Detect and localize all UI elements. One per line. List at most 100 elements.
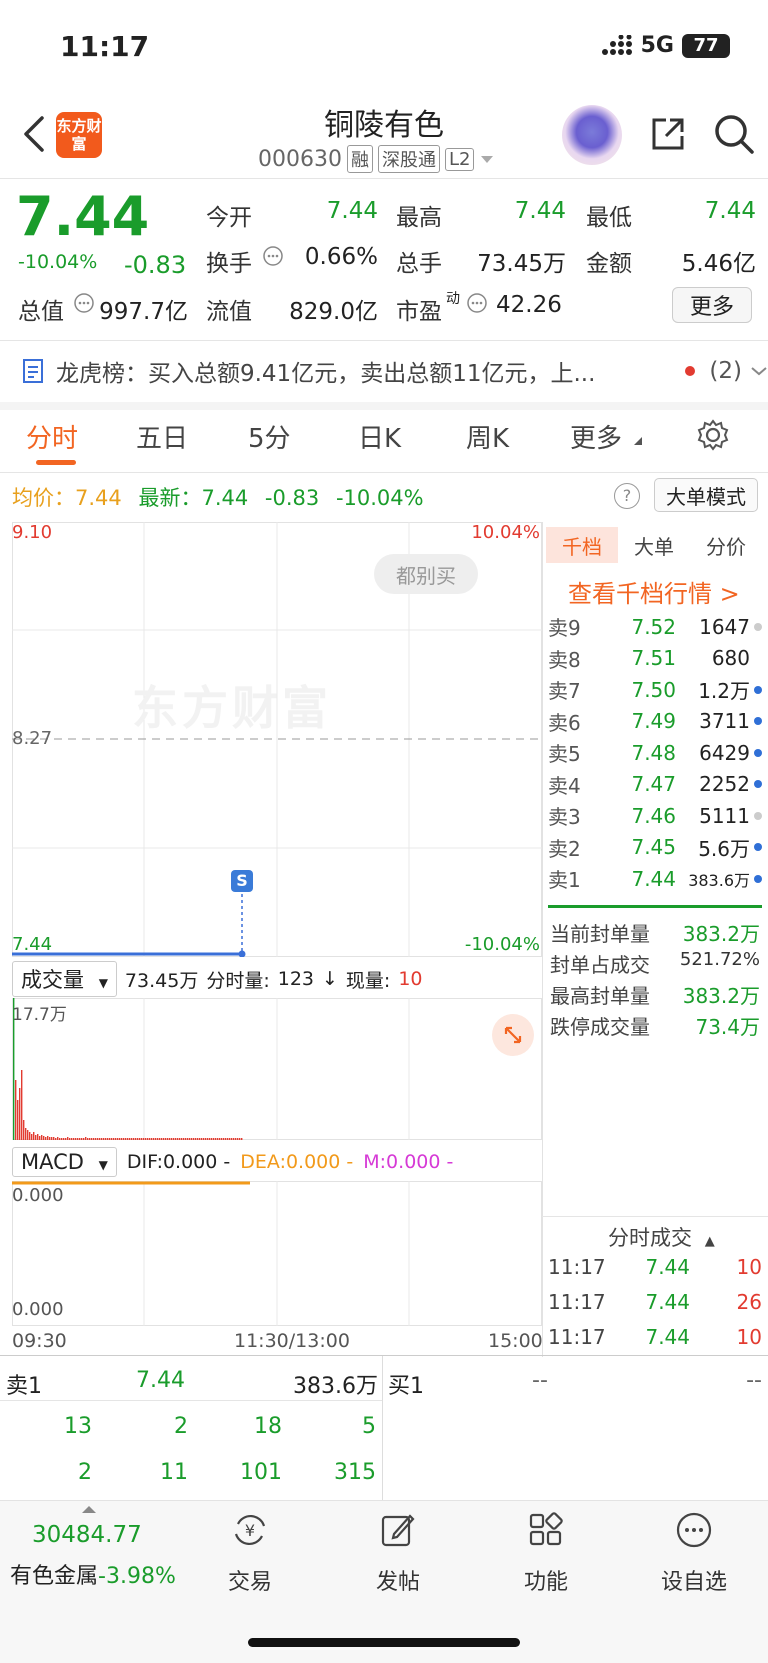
ask-row[interactable]: 卖9 7.52 1647 [548, 611, 762, 643]
nav-functions-label: 功能 [523, 1570, 568, 1595]
total-mv-value: 997.7亿 [99, 299, 188, 325]
tab-price-dist[interactable]: 分价 [690, 527, 762, 563]
ask-label: 卖9 [548, 616, 581, 641]
avg-label: 均价： [12, 486, 75, 510]
qiandang-link[interactable]: 查看千档行情 > [568, 574, 740, 609]
volume-bar [139, 1138, 141, 1140]
fst-title[interactable]: 分时成交 ▲ [608, 1222, 715, 1252]
ask-row[interactable]: 卖5 7.48 6429 [548, 737, 762, 769]
turnover-label: 换手 [206, 251, 252, 277]
info-icon[interactable] [466, 292, 488, 314]
ask-price: 7.49 [631, 709, 676, 734]
nav-functions[interactable]: 功能 [496, 1510, 596, 1596]
ask-row[interactable]: 卖6 7.49 3711 [548, 706, 762, 738]
more-button[interactable]: 更多 [672, 287, 752, 323]
ask-row[interactable]: 卖4 7.47 2252 [548, 769, 762, 801]
y-top-label: 9.10 [12, 522, 53, 543]
volume-bar [121, 1138, 123, 1140]
tab-more[interactable]: 更多 [570, 418, 622, 455]
settings-icon[interactable] [696, 418, 730, 452]
dragon-tiger-banner[interactable]: 龙虎榜：买入总额9.41亿元，卖出总额11亿元，上... (2) [0, 340, 768, 402]
ask-price: 7.51 [631, 646, 676, 671]
ask-volume: 680 [711, 646, 750, 671]
nav-trade[interactable]: ¥ 交易 [200, 1510, 300, 1596]
tab-daily-k[interactable]: 日K [358, 418, 401, 455]
document-icon [23, 359, 43, 383]
trade-volume: 10 [736, 1325, 762, 1349]
info-icon[interactable] [262, 245, 284, 267]
volume-bar [127, 1138, 129, 1140]
ask-row[interactable]: 卖3 7.46 5111 [548, 800, 762, 832]
volume-bar [21, 1070, 23, 1140]
nav-add-watchlist[interactable]: 设自选 [644, 1510, 744, 1596]
ask-dot [750, 780, 762, 789]
macd-header: MACD ▼ DIF:0.000 - DEA:0.000 - M:0.000 - [12, 1143, 542, 1181]
macd-selector[interactable]: MACD ▼ [12, 1147, 117, 1177]
sector-index-value[interactable]: 30484.77 [32, 1522, 142, 1548]
sell-marker-icon[interactable]: S [231, 870, 253, 892]
volume-bar [211, 1138, 213, 1140]
status-icons: 5G 77 [601, 33, 730, 58]
ask-row[interactable]: 卖8 7.51 680 [548, 643, 762, 675]
tab-qiandang[interactable]: 千档 [546, 527, 618, 563]
divider [542, 1216, 768, 1217]
cur-volume: 10 [398, 968, 423, 990]
search-icon[interactable] [712, 112, 756, 156]
ai-assistant-avatar[interactable] [562, 105, 622, 165]
trade-time: 11:17 [548, 1290, 606, 1314]
ask-dot [750, 717, 762, 726]
tab-weekly-k[interactable]: 周K [466, 418, 509, 455]
volume-bar [95, 1138, 97, 1140]
trade-volume: 10 [736, 1255, 762, 1279]
home-indicator[interactable] [248, 1638, 520, 1647]
caret-up-icon [82, 1506, 96, 1513]
buy1-label: 买1 [388, 1374, 424, 1399]
ask-row[interactable]: 卖1 7.44 383.6万 [548, 863, 762, 895]
latest-value: 7.44 [201, 486, 249, 510]
volume-chart[interactable]: 17.7万 [12, 998, 542, 1140]
macd-dif: DIF:0.000 - [126, 1151, 231, 1173]
share-icon[interactable] [648, 114, 688, 154]
intraday-chart[interactable]: 东方财富 9.10 8.27 7.44 10.04% -10.04% 都别买 S [12, 522, 542, 957]
help-icon[interactable]: ? [614, 483, 640, 509]
fst-volume-label: 分时量: [206, 969, 270, 992]
ask-row[interactable]: 卖7 7.50 1.2万 [548, 674, 762, 706]
low-value: 7.44 [704, 198, 756, 224]
macd-chart[interactable]: 0.000 0.000 [12, 1181, 542, 1326]
nav-post[interactable]: 发帖 [348, 1510, 448, 1596]
info-icon[interactable] [73, 292, 95, 314]
edit-icon [381, 1514, 415, 1547]
change-amount: -0.83 [124, 251, 187, 279]
seal-row: 封单占成交 521.72% [550, 949, 760, 978]
ask-row[interactable]: 卖2 7.45 5.6万 [548, 832, 762, 864]
tag-margin: 融 [346, 145, 373, 173]
stock-subtitle[interactable]: 000630 融 深股通 L2 [258, 145, 495, 173]
volume-bar [111, 1138, 113, 1140]
expand-icon[interactable] [492, 1014, 534, 1056]
divider [0, 472, 768, 473]
section-gap [0, 402, 768, 410]
seal-value: 383.2万 [682, 984, 760, 1008]
volume-bar [47, 1136, 49, 1140]
volume-bar [19, 1088, 21, 1140]
volume-bar [171, 1138, 173, 1140]
nav-post-label: 发帖 [375, 1570, 420, 1595]
big-order-mode-button[interactable]: 大单模式 [654, 478, 758, 512]
book-cell: 315 [334, 1460, 376, 1485]
indicator-selector[interactable]: 成交量 ▼ [12, 961, 117, 997]
volume-bar [179, 1138, 181, 1140]
seal-value: 73.4万 [695, 1015, 760, 1039]
ask-price: 7.44 [631, 866, 676, 891]
tab-five-day[interactable]: 五日 [136, 418, 188, 455]
tab-big-order[interactable]: 大单 [618, 527, 690, 563]
tab-5min[interactable]: 5分 [248, 418, 291, 455]
seal-row: 最高封单量 383.2万 [550, 980, 760, 1009]
comment-bubble[interactable]: 都别买 [374, 554, 478, 594]
volume-bar [197, 1138, 199, 1140]
volume-bar [135, 1138, 137, 1140]
svg-text:¥: ¥ [245, 1521, 255, 1540]
tab-intraday[interactable]: 分时 [26, 418, 78, 455]
ask-volume: 3711 [699, 709, 750, 734]
volume-bar [133, 1138, 135, 1140]
sector-index[interactable]: 有色金属-3.98% [10, 1558, 176, 1590]
